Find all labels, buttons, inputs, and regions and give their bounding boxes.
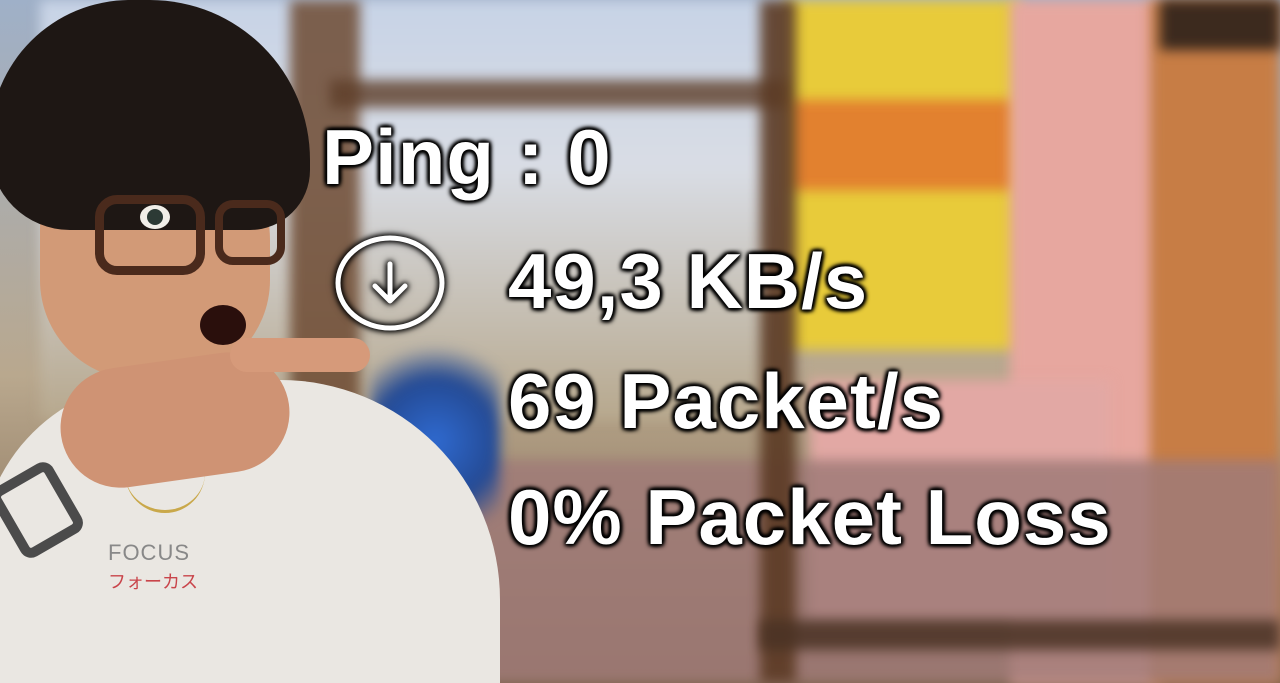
streamer-figure: FOCUS フォーカス <box>0 0 520 683</box>
arrow-down-circle-icon <box>335 235 445 331</box>
background-orange-stripe <box>790 100 1015 190</box>
shirt-print-text: FOCUS <box>108 540 190 565</box>
ping-label: Ping : 0 <box>322 113 612 201</box>
background-dark-corner <box>1160 0 1280 50</box>
background-window-post <box>760 0 796 683</box>
glasses-right-lens <box>215 200 285 265</box>
download-speed-label: 49,3 KB/s <box>508 237 869 325</box>
glasses-left-lens <box>95 195 205 275</box>
pointing-finger <box>230 338 370 372</box>
thumbnail-scene: FOCUS フォーカス Ping : 0 49,3 KB/s 69 Packet… <box>0 0 1280 683</box>
background-window-sill <box>760 620 1280 650</box>
packet-loss-label: 0% Packet Loss <box>508 473 1112 561</box>
packet-rate-label: 69 Packet/s <box>508 357 945 445</box>
shirt-print-japanese: フォーカス <box>108 572 198 592</box>
